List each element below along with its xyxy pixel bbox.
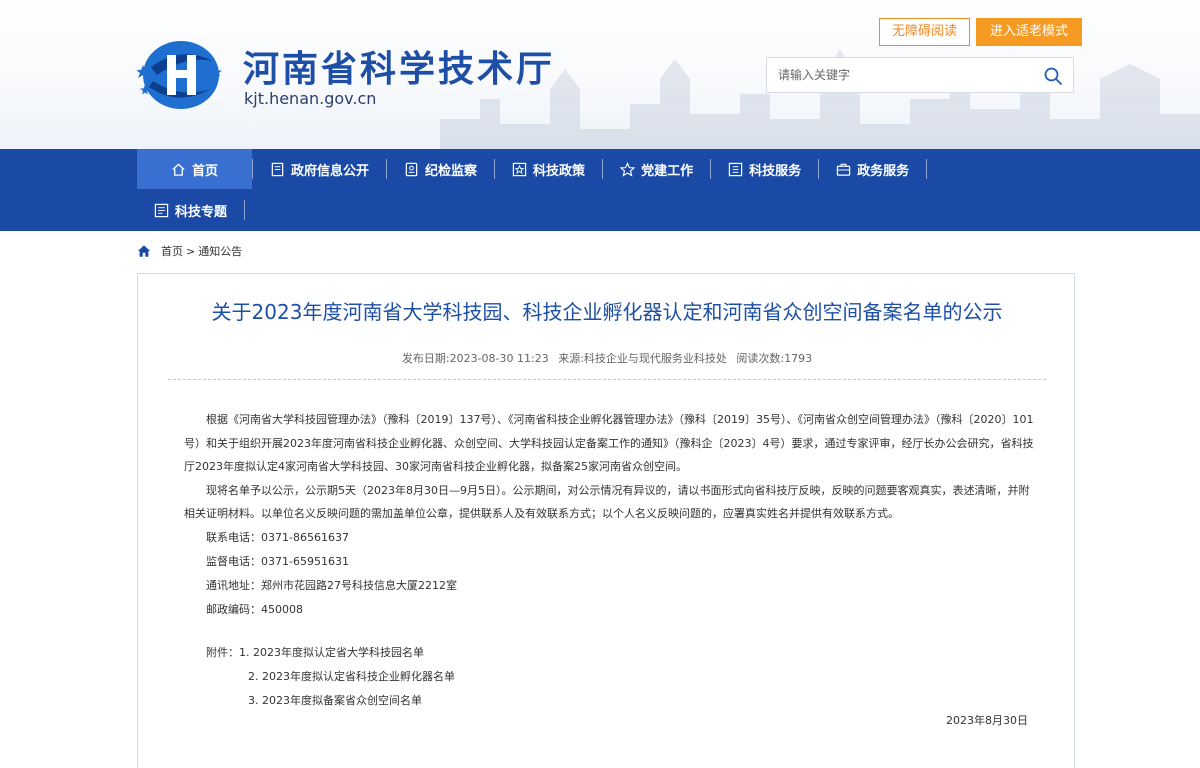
nav-item-discipline[interactable]: 纪检监察 <box>387 149 494 189</box>
site-header: 河南省科学技术厅 kjt.henan.gov.cn 无障碍阅读 进入适老模式 <box>0 0 1200 149</box>
article-title: 关于2023年度河南省大学科技园、科技企业孵化器认定和河南省众创空间备案名单的公… <box>211 300 1003 324</box>
views-count: 1793 <box>784 352 813 365</box>
accessibility-reading-button[interactable]: 无障碍阅读 <box>879 18 971 46</box>
publish-date-label: 发布日期:2023-08-30 11:23 <box>402 352 549 365</box>
site-title: 河南省科学技术厅 <box>243 49 556 90</box>
nav-label: 政府信息公开 <box>291 163 370 179</box>
nav-label: 首页 <box>192 163 219 179</box>
attachment-item[interactable]: 2. 2023年度拟认定省科技企业孵化器名单 <box>206 665 455 689</box>
views-field: 阅读次数:1793 <box>736 352 812 365</box>
nav-label: 科技政策 <box>533 163 586 179</box>
site-url: kjt.henan.gov.cn <box>244 89 377 108</box>
article-divider <box>168 379 1046 380</box>
nav-label: 科技专题 <box>175 204 228 220</box>
list-icon <box>154 203 169 217</box>
article-paragraph: 现将名单予以公示，公示期5天（2023年8月30日—9月5日）。公示期间，对公示… <box>184 483 1030 521</box>
source-field: 来源:科技企业与现代服务业科技处 <box>558 352 727 365</box>
nav-item-gov-service[interactable]: 政务服务 <box>819 149 926 189</box>
nav-item-special-topics[interactable]: 科技专题 <box>137 190 244 230</box>
article-paragraph: 根据《河南省大学科技园管理办法》（豫科〔2019〕137号）、《河南省科技企业孵… <box>184 413 1034 473</box>
search-box <box>766 57 1074 93</box>
nav-item-tech-service[interactable]: 科技服务 <box>711 149 818 189</box>
breadcrumb-separator: > <box>186 244 196 258</box>
nav-label: 科技服务 <box>749 163 802 179</box>
elder-mode-button[interactable]: 进入适老模式 <box>976 18 1083 46</box>
search-input[interactable] <box>767 58 1027 92</box>
nav-item-home[interactable]: 首页 <box>137 149 253 189</box>
breadcrumb: 首页 > 通知公告 <box>137 243 242 259</box>
attachment-item[interactable]: 3. 2023年度拟备案省众创空间名单 <box>206 689 455 713</box>
nav-label: 政务服务 <box>857 163 910 179</box>
badge-icon <box>405 162 418 176</box>
postcode: 邮政编码：450008 <box>206 602 303 616</box>
views-label: 阅读次数: <box>736 352 785 365</box>
nav-item-party[interactable]: 党建工作 <box>603 149 710 189</box>
search-icon[interactable] <box>1043 66 1063 86</box>
nav-divider <box>244 200 246 220</box>
publish-date: 2023-08-30 11:23 <box>449 352 549 365</box>
contact-phone: 联系电话：0371-86561637 <box>206 530 349 544</box>
article-body: 根据《河南省大学科技园管理办法》（豫科〔2019〕137号）、《河南省科技企业孵… <box>184 408 1034 622</box>
attachment-item[interactable]: 附件：1. 2023年度拟认定省大学科技园名单 <box>206 641 455 665</box>
article-panel: 关于2023年度河南省大学科技园、科技企业孵化器认定和河南省众创空间备案名单的公… <box>137 273 1075 768</box>
nav-item-policy[interactable]: 科技政策 <box>495 149 602 189</box>
home-icon <box>172 162 185 176</box>
publish-label: 发布日期: <box>401 352 450 365</box>
nav-item-gov-info[interactable]: 政府信息公开 <box>253 149 386 189</box>
attachments-list: 附件：1. 2023年度拟认定省大学科技园名单 2. 2023年度拟认定省科技企… <box>206 641 455 713</box>
nav-label: 纪检监察 <box>425 163 478 179</box>
grid-icon <box>728 162 743 176</box>
article-meta: 发布日期:2023-08-30 11:23 来源:科技企业与现代服务业科技处 阅… <box>138 350 1076 366</box>
source-label: 来源: <box>558 352 584 365</box>
mailing-address: 通讯地址：郑州市花园路27号科技信息大厦2212室 <box>206 578 457 592</box>
contact-info: 联系电话：0371-86561637 监督电话：0371-65951631 通讯… <box>184 526 1034 622</box>
source-value: 科技企业与现代服务业科技处 <box>583 352 727 365</box>
main-nav: 首页 政府信息公开 纪检监察 科技政策 党建工作 科技服务 政务服务 科技专题 <box>0 149 1200 231</box>
star-box-icon <box>512 162 527 176</box>
henan-kjt-logo <box>137 41 222 109</box>
signature-date: 2023年8月30日 <box>946 714 1028 727</box>
nav-divider <box>926 159 928 179</box>
star-icon <box>620 161 636 177</box>
top-buttons: 无障碍阅读 进入适老模式 <box>879 18 1083 46</box>
document-icon <box>271 162 284 176</box>
supervise-phone: 监督电话：0371-65951631 <box>206 554 349 568</box>
briefcase-icon <box>836 163 851 176</box>
nav-label: 党建工作 <box>641 163 694 179</box>
breadcrumb-home-link[interactable]: 首页 <box>161 243 183 259</box>
breadcrumb-current[interactable]: 通知公告 <box>198 243 242 259</box>
home-icon <box>137 245 151 257</box>
